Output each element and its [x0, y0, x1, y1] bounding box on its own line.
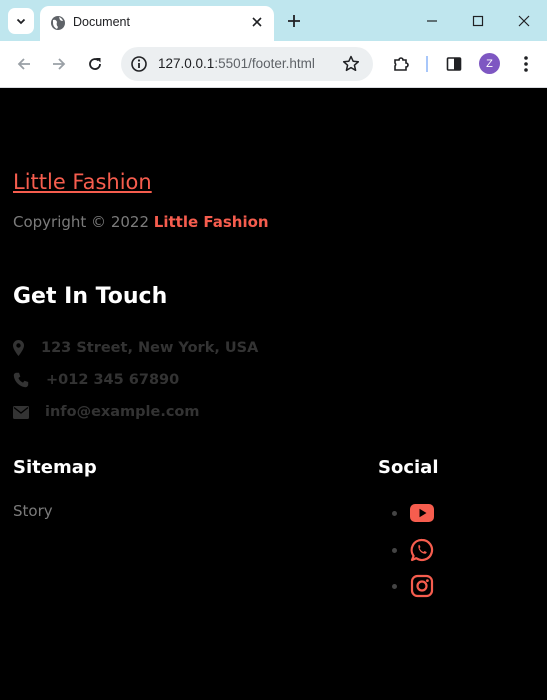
extensions-button[interactable]	[387, 50, 415, 78]
close-icon	[518, 15, 530, 27]
map-marker-icon	[13, 340, 24, 356]
browser-toolbar: 127.0.0.1:5501/footer.html Z	[0, 41, 547, 88]
social-item-whatsapp	[392, 537, 434, 563]
brand-link[interactable]: Little Fashion	[13, 170, 152, 194]
tab-close-button[interactable]	[246, 11, 268, 33]
contact-address: 123 Street, New York, USA	[13, 338, 258, 358]
close-icon	[252, 17, 262, 27]
maximize-button[interactable]	[455, 6, 501, 36]
contact-heading: Get In Touch	[13, 284, 168, 309]
minimize-button[interactable]	[409, 6, 455, 36]
social-item-instagram	[392, 573, 434, 599]
tab-strip: Document	[0, 0, 547, 41]
tab-title: Document	[73, 15, 130, 29]
contact-email-text: info@example.com	[45, 404, 200, 420]
arrow-left-icon	[17, 58, 30, 70]
copyright-prefix: Copyright © 2022	[13, 213, 150, 231]
menu-button[interactable]	[512, 50, 540, 78]
plus-icon	[288, 15, 300, 27]
tab-document[interactable]: Document	[40, 6, 274, 41]
contact-phone: +012 345 67890	[13, 370, 179, 390]
reload-icon	[89, 58, 101, 70]
contact-address-text: 123 Street, New York, USA	[41, 340, 259, 356]
minimize-icon	[427, 20, 437, 22]
page-viewport: Little Fashion Copyright © 2022 Little F…	[0, 88, 547, 700]
list-bullet	[392, 547, 397, 553]
toolbar-divider	[426, 56, 428, 72]
side-panel-icon	[446, 57, 462, 71]
back-button[interactable]	[10, 50, 38, 78]
copyright-brand: Little Fashion	[153, 213, 269, 231]
chevron-down-icon	[16, 18, 26, 25]
address-bar[interactable]: 127.0.0.1:5501/footer.html	[121, 47, 373, 81]
url-text[interactable]: 127.0.0.1:5501/footer.html	[158, 56, 315, 71]
youtube-icon[interactable]	[410, 504, 434, 522]
profile-avatar[interactable]: Z	[479, 53, 500, 74]
contact-email: info@example.com	[13, 402, 200, 422]
copyright-text: Copyright © 2022 Little Fashion	[13, 213, 269, 231]
phone-icon	[13, 372, 29, 388]
more-vert-icon	[524, 56, 528, 72]
social-heading: Social	[378, 457, 439, 478]
list-bullet	[392, 510, 397, 516]
maximize-icon	[472, 15, 484, 27]
sitemap-heading: Sitemap	[13, 457, 97, 478]
envelope-icon	[13, 405, 29, 419]
new-tab-button[interactable]	[283, 10, 305, 32]
globe-icon	[51, 16, 65, 30]
site-info-icon[interactable]	[129, 54, 149, 74]
tab-search-button[interactable]	[8, 8, 34, 34]
arrow-right-icon	[53, 58, 66, 70]
contact-phone-text: +012 345 67890	[46, 372, 180, 388]
reload-button[interactable]	[81, 50, 109, 78]
bookmark-star-icon[interactable]	[341, 54, 361, 74]
whatsapp-icon[interactable]	[410, 538, 434, 562]
social-item-youtube	[392, 500, 434, 526]
window-close-button[interactable]	[501, 6, 547, 36]
puzzle-icon	[394, 57, 409, 71]
forward-button[interactable]	[45, 50, 73, 78]
instagram-icon[interactable]	[410, 574, 434, 598]
sitemap-link-story[interactable]: Story	[13, 502, 53, 520]
side-panel-button[interactable]	[440, 50, 468, 78]
list-bullet	[392, 583, 397, 589]
